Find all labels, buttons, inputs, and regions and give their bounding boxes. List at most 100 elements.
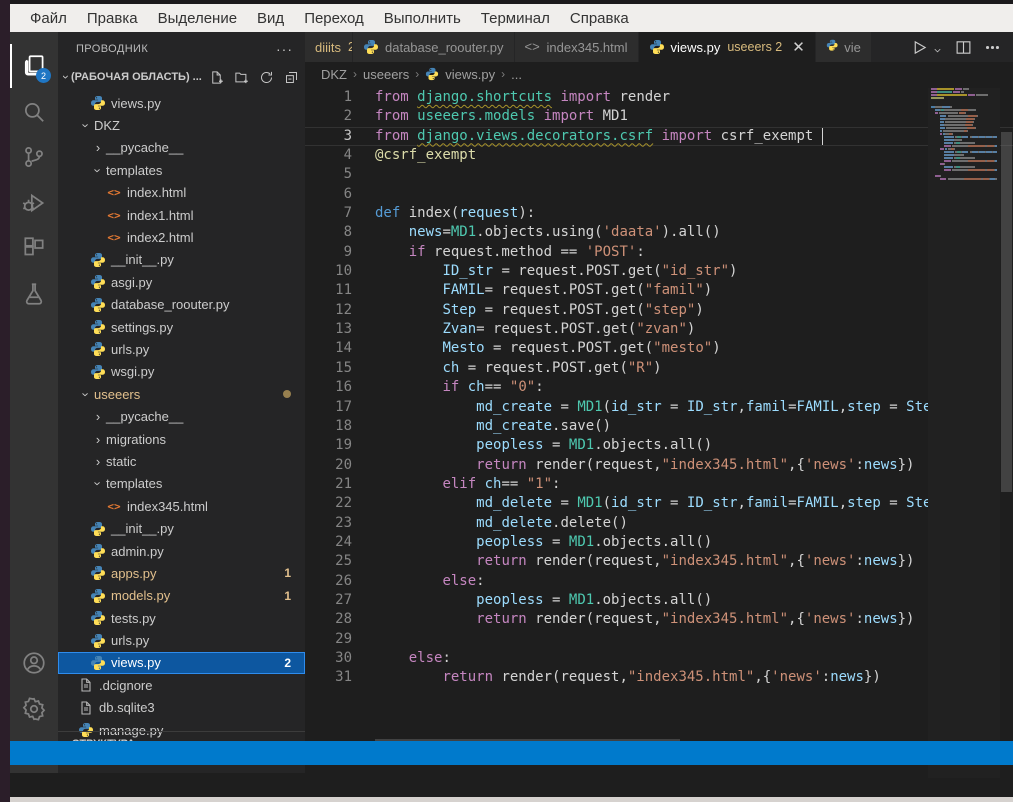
account-activity-icon[interactable] [10,641,58,685]
more-icon[interactable] [984,39,1001,56]
tree-item-views.py[interactable]: views.py [58,92,305,114]
tree-item-templates[interactable]: ›templates [58,159,305,181]
code-line-12[interactable]: 12 Step = request.POST.get("step") [305,301,1013,320]
tree-item-views.py[interactable]: views.py2 [58,652,305,674]
workspace-section-header[interactable]: › (РАБОЧАЯ ОБЛАСТЬ) ... [58,65,305,89]
code-line-23[interactable]: 23 md_delete.delete() [305,514,1013,533]
breadcrumb-item[interactable]: DKZ [321,67,347,82]
code-line-26[interactable]: 26 else: [305,572,1013,591]
minimap[interactable] [928,88,1000,778]
tree-item-urls.py[interactable]: urls.py [58,629,305,651]
tab-diiits[interactable]: diiits2 [305,32,353,62]
tree-item-tests.py[interactable]: tests.py [58,607,305,629]
code-line-24[interactable]: 24 peopless = MD1.objects.all() [305,533,1013,552]
code-line-25[interactable]: 25 return render(request,"index345.html"… [305,552,1013,571]
code-line-4[interactable]: 4@csrf_exempt [305,146,1013,165]
code-line-31[interactable]: 31 return render(request,"index345.html"… [305,668,1013,687]
tab-views.py[interactable]: views.pyuseeers 2✕ [639,32,816,62]
menubar-item-5[interactable]: Переход [294,7,374,30]
code-line-30[interactable]: 30 else: [305,649,1013,668]
code-line-14[interactable]: 14 Mesto = request.POST.get("mesto") [305,339,1013,358]
code-line-20[interactable]: 20 return render(request,"index345.html"… [305,456,1013,475]
close-icon[interactable]: ✕ [792,38,805,56]
code-line-19[interactable]: 19 peopless = MD1.objects.all() [305,436,1013,455]
menubar-item-1[interactable]: Файл [20,7,77,30]
breadcrumb-item[interactable]: ... [511,67,522,82]
tree-item-apps.py[interactable]: apps.py1 [58,562,305,584]
new-folder-icon[interactable] [234,70,249,85]
tree-item--init-.py[interactable]: __init__.py [58,517,305,539]
code-line-15[interactable]: 15 ch = request.POST.get("R") [305,359,1013,378]
settings-activity-icon[interactable] [10,687,58,731]
run-icon[interactable] [911,39,928,56]
tree-item-index345.html[interactable]: <>index345.html [58,495,305,517]
code-line-8[interactable]: 8 news=MD1.objects.using('daata').all() [305,223,1013,242]
tree-item-migrations[interactable]: ›migrations [58,428,305,450]
menubar-item-4[interactable]: Вид [247,7,294,30]
tree-item-settings.py[interactable]: settings.py [58,316,305,338]
code-line-18[interactable]: 18 md_create.save() [305,417,1013,436]
code-line-3[interactable]: 3from django.views.decorators.csrf impor… [305,127,1013,146]
code-line-28[interactable]: 28 return render(request,"index345.html"… [305,610,1013,629]
menubar-item-8[interactable]: Справка [560,7,639,30]
tab-index345.html[interactable]: <>index345.html [515,32,639,62]
new-file-icon[interactable] [209,70,224,85]
code-line-27[interactable]: 27 peopless = MD1.objects.all() [305,591,1013,610]
extensions-activity-icon[interactable] [10,226,58,270]
tree-item-asgi.py[interactable]: asgi.py [58,271,305,293]
tree-item-urls.py[interactable]: urls.py [58,338,305,360]
tree-item--pycache-[interactable]: ›__pycache__ [58,137,305,159]
tree-item-index.html[interactable]: <>index.html [58,182,305,204]
code-line-13[interactable]: 13 Zvan= request.POST.get("zvan") [305,320,1013,339]
explorer-more-icon[interactable]: ··· [276,41,293,57]
breadcrumb-item[interactable]: useeers [363,67,409,82]
code-line-11[interactable]: 11 FAMIL= request.POST.get("famil") [305,281,1013,300]
vertical-scrollbar-slider[interactable] [1001,132,1012,492]
vertical-scrollbar[interactable] [1000,88,1013,773]
tree-item-models.py[interactable]: models.py1 [58,585,305,607]
code-line-2[interactable]: 2from useeers.models import MD1 [305,107,1013,126]
collapse-all-icon[interactable] [284,70,299,85]
code-line-10[interactable]: 10 ID_str = request.POST.get("id_str") [305,262,1013,281]
tree-item--pycache-[interactable]: ›__pycache__ [58,405,305,427]
tree-item--init-.py[interactable]: __init__.py [58,249,305,271]
tree-item-database-roouter.py[interactable]: database_roouter.py [58,294,305,316]
run-debug-activity-icon[interactable] [10,181,58,225]
breadcrumb-item[interactable]: views.py [445,67,495,82]
menubar-item-6[interactable]: Выполнить [374,7,471,30]
code-line-1[interactable]: 1from django.shortcuts import render [305,88,1013,107]
tree-item-index2.html[interactable]: <>index2.html [58,226,305,248]
tab-database-roouter.py[interactable]: database_roouter.py [353,32,515,62]
tree-item-useeers[interactable]: ›useeers [58,383,305,405]
tab-vie[interactable]: vie [816,32,872,62]
chevron-down-icon[interactable] [932,42,943,53]
code-line-22[interactable]: 22 md_delete = MD1(id_str = ID_str,famil… [305,494,1013,513]
code-line-9[interactable]: 9 if request.method == 'POST': [305,243,1013,262]
menubar-item-3[interactable]: Выделение [148,7,247,30]
code-line-7[interactable]: 7def index(request): [305,204,1013,223]
tree-item-DKZ[interactable]: ›DKZ [58,114,305,136]
breadcrumb[interactable]: DKZ›useeers›views.py›... [305,62,1013,86]
menubar-item-2[interactable]: Правка [77,7,148,30]
menubar-item-7[interactable]: Терминал [471,7,560,30]
code-line-6[interactable]: 6 [305,185,1013,204]
tree-item-wsgi.py[interactable]: wsgi.py [58,361,305,383]
search-activity-icon[interactable] [10,90,58,134]
refresh-icon[interactable] [259,70,274,85]
code-line-5[interactable]: 5 [305,165,1013,184]
source-control-activity-icon[interactable] [10,135,58,179]
code-line-16[interactable]: 16 if ch== "0": [305,378,1013,397]
tree-item-static[interactable]: ›static [58,450,305,472]
tree-item-index1.html[interactable]: <>index1.html [58,204,305,226]
explorer-activity-icon[interactable]: 2 [10,44,58,88]
tree-item-.dcignore[interactable]: .dcignore [58,674,305,696]
code-line-17[interactable]: 17 md_create = MD1(id_str = ID_str,famil… [305,398,1013,417]
tree-item-admin.py[interactable]: admin.py [58,540,305,562]
tree-item-db.sqlite3[interactable]: db.sqlite3 [58,697,305,719]
code-line-29[interactable]: 29 [305,630,1013,649]
code-editor[interactable]: 1from django.shortcuts import render2fro… [305,88,1013,773]
testing-activity-icon[interactable] [10,272,58,316]
tree-item-templates[interactable]: ›templates [58,473,305,495]
split-editor-icon[interactable] [955,39,972,56]
code-line-21[interactable]: 21 elif ch== "1": [305,475,1013,494]
